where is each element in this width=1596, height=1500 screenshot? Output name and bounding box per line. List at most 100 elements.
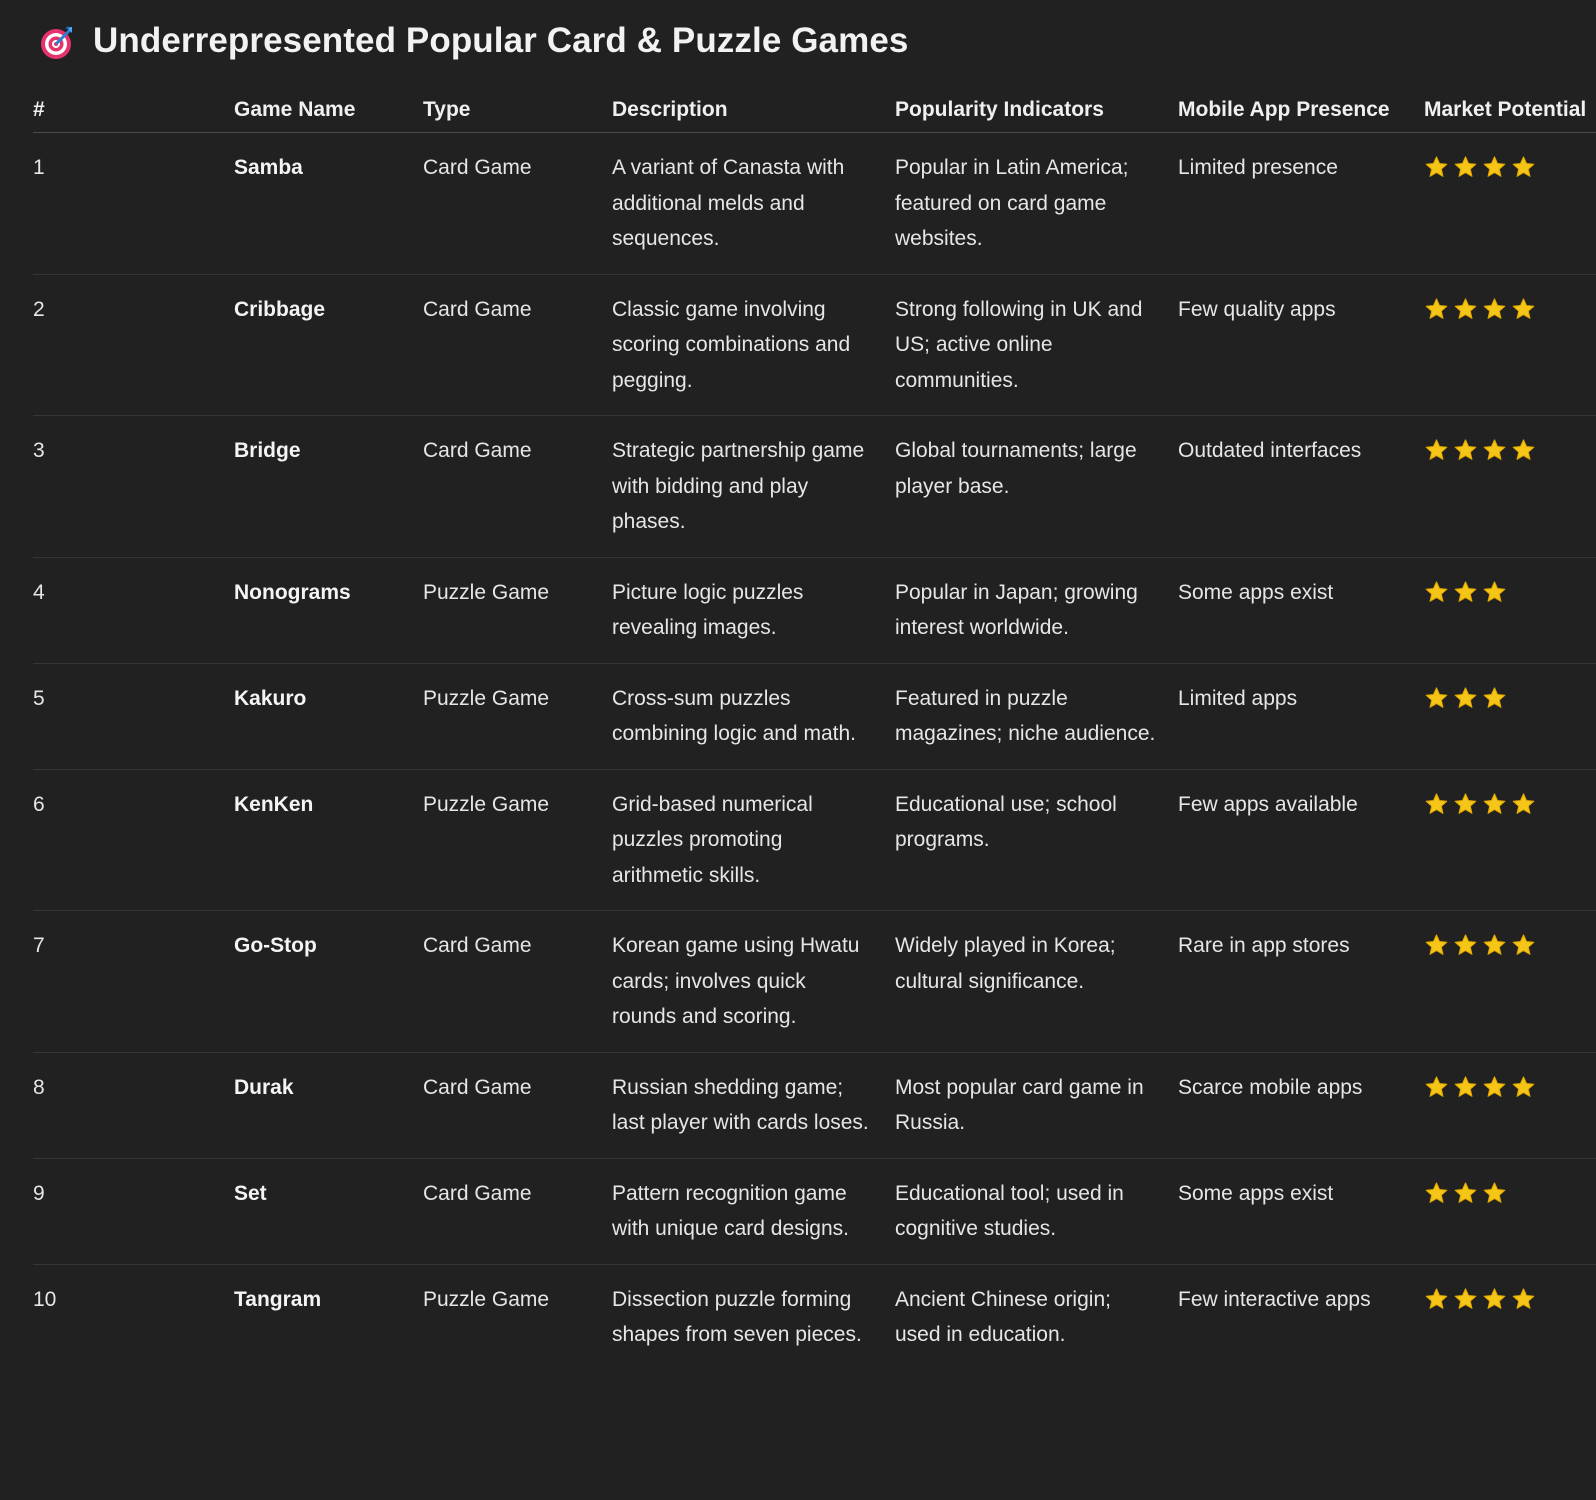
popularity-cell-text: Global tournaments; large player base. [895, 439, 1137, 498]
market-potential-cell [1424, 769, 1596, 911]
mobile-presence-cell-text: Few interactive apps [1178, 1287, 1371, 1311]
game-name-cell-text: Cribbage [234, 297, 326, 321]
description-cell-text: Cross-sum puzzles combining logic and ma… [612, 686, 856, 746]
column-header-mobile-presence: Mobile App Presence [1178, 88, 1424, 133]
popularity-cell: Most popular card game in Russia. [895, 1052, 1178, 1159]
star-rating [1424, 681, 1596, 711]
game-name-cell-text: KenKen [234, 792, 314, 816]
popularity-cell-text: Widely played in Korea; cultural signifi… [895, 934, 1116, 993]
game-type-cell: Card Game [423, 1052, 612, 1159]
mobile-presence-cell: Few quality apps [1178, 274, 1424, 416]
description-cell: Cross-sum puzzles combining logic and ma… [612, 663, 895, 770]
row-number-cell: 8 [33, 1052, 234, 1159]
game-type-cell-text: Puzzle Game [423, 1287, 550, 1311]
market-potential-cell [1424, 557, 1596, 664]
popularity-cell-text: Ancient Chinese origin; used in educatio… [895, 1287, 1111, 1347]
description-cell: Grid-based numerical puzzles promoting a… [612, 769, 895, 911]
star-icon [1483, 1181, 1506, 1203]
popularity-cell-text: Popular in Latin America; featured on ca… [895, 156, 1129, 250]
star-icon [1454, 934, 1477, 955]
star-icon [1454, 686, 1477, 708]
popularity-cell: Strong following in UK and US; active on… [895, 274, 1178, 416]
star-icon [1425, 297, 1448, 319]
description-cell-text: Korean game using Hwatu cards; involves … [612, 934, 860, 1028]
row-number-cell: 10 [33, 1264, 234, 1370]
star-rating [1424, 787, 1596, 817]
star-rating [1424, 575, 1596, 605]
star-icon [1483, 156, 1506, 177]
market-potential-cell [1424, 132, 1596, 275]
game-type-cell: Puzzle Game [423, 557, 612, 664]
description-cell: Russian shedding game; last player with … [612, 1052, 895, 1159]
table-row: 2 Cribbage Card Game Classic game involving… [33, 274, 1596, 416]
game-type-cell: Puzzle Game [423, 663, 612, 770]
row-number-cell-text: 3 [33, 439, 45, 462]
star-icon [1512, 934, 1535, 955]
mobile-presence-cell: Few interactive apps [1178, 1264, 1424, 1370]
star-icon [1425, 934, 1448, 955]
market-potential-cell [1424, 910, 1596, 1053]
star-rating [1424, 1176, 1596, 1206]
star-rating [1424, 292, 1596, 322]
game-name-cell-text: Go-Stop [234, 934, 317, 957]
game-type-cell-text: Card Game [423, 156, 532, 179]
table-row: 6 KenKen Puzzle Game Grid-based numerical p… [33, 769, 1596, 911]
game-name-cell: Tangram [234, 1264, 423, 1370]
star-icon [1483, 1075, 1506, 1097]
row-number-cell: 6 [33, 769, 234, 911]
game-name-cell: Cribbage [234, 274, 423, 416]
column-header-number: # [33, 88, 234, 133]
star-icon [1512, 297, 1535, 319]
star-icon [1483, 297, 1506, 319]
game-type-cell-text: Card Game [423, 439, 532, 462]
star-icon [1512, 439, 1535, 460]
description-cell-text: Dissection puzzle forming shapes from se… [612, 1287, 862, 1347]
star-icon [1454, 1287, 1477, 1309]
game-name-cell-text: Nonograms [234, 580, 351, 604]
description-cell: Dissection puzzle forming shapes from se… [612, 1264, 895, 1370]
mobile-presence-cell: Limited presence [1178, 132, 1424, 275]
game-name-cell-text: Bridge [234, 439, 301, 462]
game-type-cell: Card Game [423, 1158, 612, 1265]
star-rating [1424, 1282, 1596, 1312]
popularity-cell-text: Most popular card game in Russia. [895, 1075, 1144, 1135]
mobile-presence-cell: Limited apps [1178, 663, 1424, 770]
star-icon [1483, 1287, 1506, 1309]
row-number-cell: 3 [33, 415, 234, 558]
star-icon [1483, 439, 1506, 460]
mobile-presence-cell-text: Few quality apps [1178, 297, 1336, 321]
star-icon [1512, 1075, 1535, 1097]
table-row: 10 Tangram Puzzle Game Dissection puzzle fo… [33, 1264, 1596, 1370]
game-type-cell: Puzzle Game [423, 1264, 612, 1370]
game-name-cell-text: Kakuro [234, 686, 307, 710]
mobile-presence-cell-text: Limited apps [1178, 686, 1298, 710]
page: Underrepresented Popular Card & Puzzle G… [33, 0, 1596, 1500]
table-header-row: # Game Name Type Description Popularity … [33, 88, 1596, 133]
game-name-cell: Bridge [234, 415, 423, 558]
star-icon [1512, 156, 1535, 177]
row-number-cell: 5 [33, 663, 234, 770]
row-number-cell: 4 [33, 557, 234, 664]
description-cell-text: Strategic partnership game with bidding … [612, 439, 865, 533]
mobile-presence-cell-text: Limited presence [1178, 156, 1338, 179]
table-row: 5 Kakuro Puzzle Game Cross-sum puzzles comb… [33, 663, 1596, 770]
description-cell: A variant of Canasta with additional mel… [612, 132, 895, 275]
description-cell-text: A variant of Canasta with additional mel… [612, 156, 845, 250]
star-icon [1483, 792, 1506, 814]
title-row: Underrepresented Popular Card & Puzzle G… [39, 18, 908, 64]
table-row: 3 Bridge Card Game Strategic partnership ga… [33, 415, 1596, 558]
row-number-cell-text: 8 [33, 1075, 45, 1099]
star-icon [1454, 156, 1477, 177]
star-icon [1425, 156, 1448, 177]
row-number-cell-text: 1 [33, 156, 45, 179]
popularity-cell: Popular in Latin America; featured on ca… [895, 132, 1178, 275]
popularity-cell: Ancient Chinese origin; used in educatio… [895, 1264, 1178, 1370]
game-name-cell: Nonograms [234, 557, 423, 664]
popularity-cell: Educational use; school programs. [895, 769, 1178, 911]
game-name-cell: Go-Stop [234, 910, 423, 1053]
market-potential-cell [1424, 415, 1596, 558]
star-icon [1454, 297, 1477, 319]
game-name-cell-text: Durak [234, 1075, 294, 1099]
game-type-cell-text: Puzzle Game [423, 792, 550, 816]
description-cell-text: Classic game involving scoring combinati… [612, 297, 851, 392]
